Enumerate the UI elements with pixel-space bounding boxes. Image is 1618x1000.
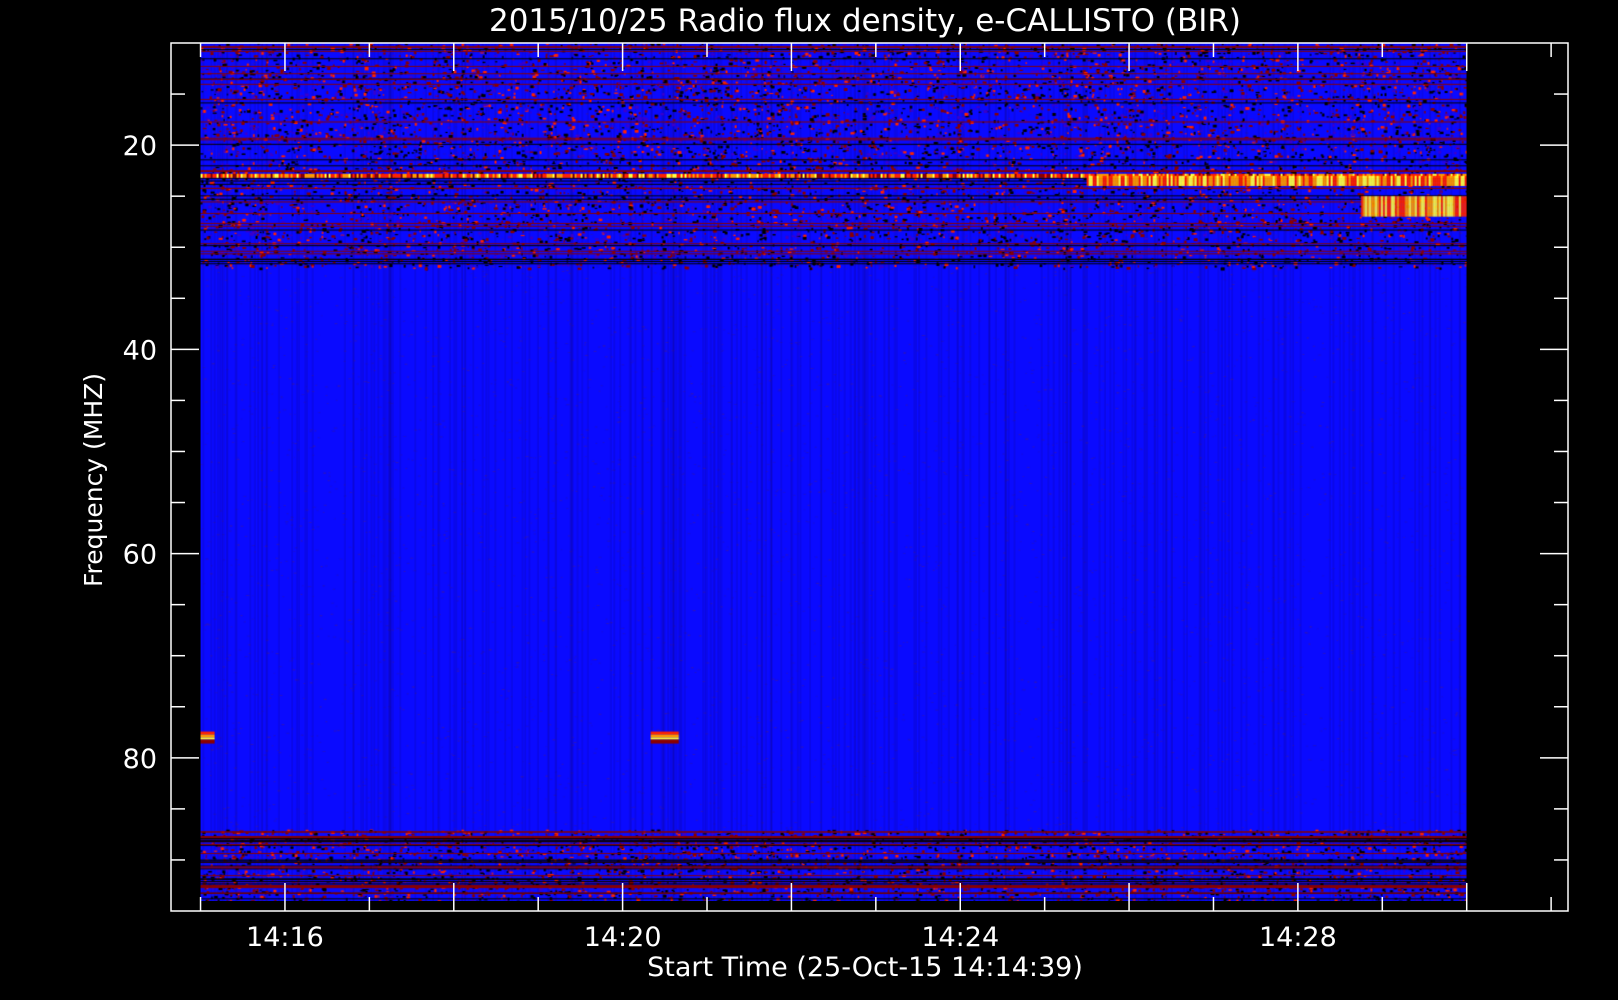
spectrogram-raster xyxy=(200,43,1467,901)
y-tick-label: 40 xyxy=(123,335,157,366)
y-axis-label: Frequency (MHZ) xyxy=(79,373,108,587)
x-tick-label: 14:24 xyxy=(921,922,999,953)
x-tick-label: 14:28 xyxy=(1259,922,1337,953)
x-axis-label: Start Time (25-Oct-15 14:14:39) xyxy=(647,952,1083,983)
spectrogram-chart: 2015/10/25 Radio flux density, e-CALLIST… xyxy=(0,0,1618,1000)
spectrogram-image xyxy=(200,43,1467,901)
x-tick-label: 14:20 xyxy=(584,922,662,953)
chart-title: 2015/10/25 Radio flux density, e-CALLIST… xyxy=(489,3,1241,39)
y-tick-label: 20 xyxy=(123,131,157,162)
y-tick-label: 80 xyxy=(123,744,157,775)
y-tick-label: 60 xyxy=(123,540,157,571)
x-tick-label: 14:16 xyxy=(246,922,324,953)
